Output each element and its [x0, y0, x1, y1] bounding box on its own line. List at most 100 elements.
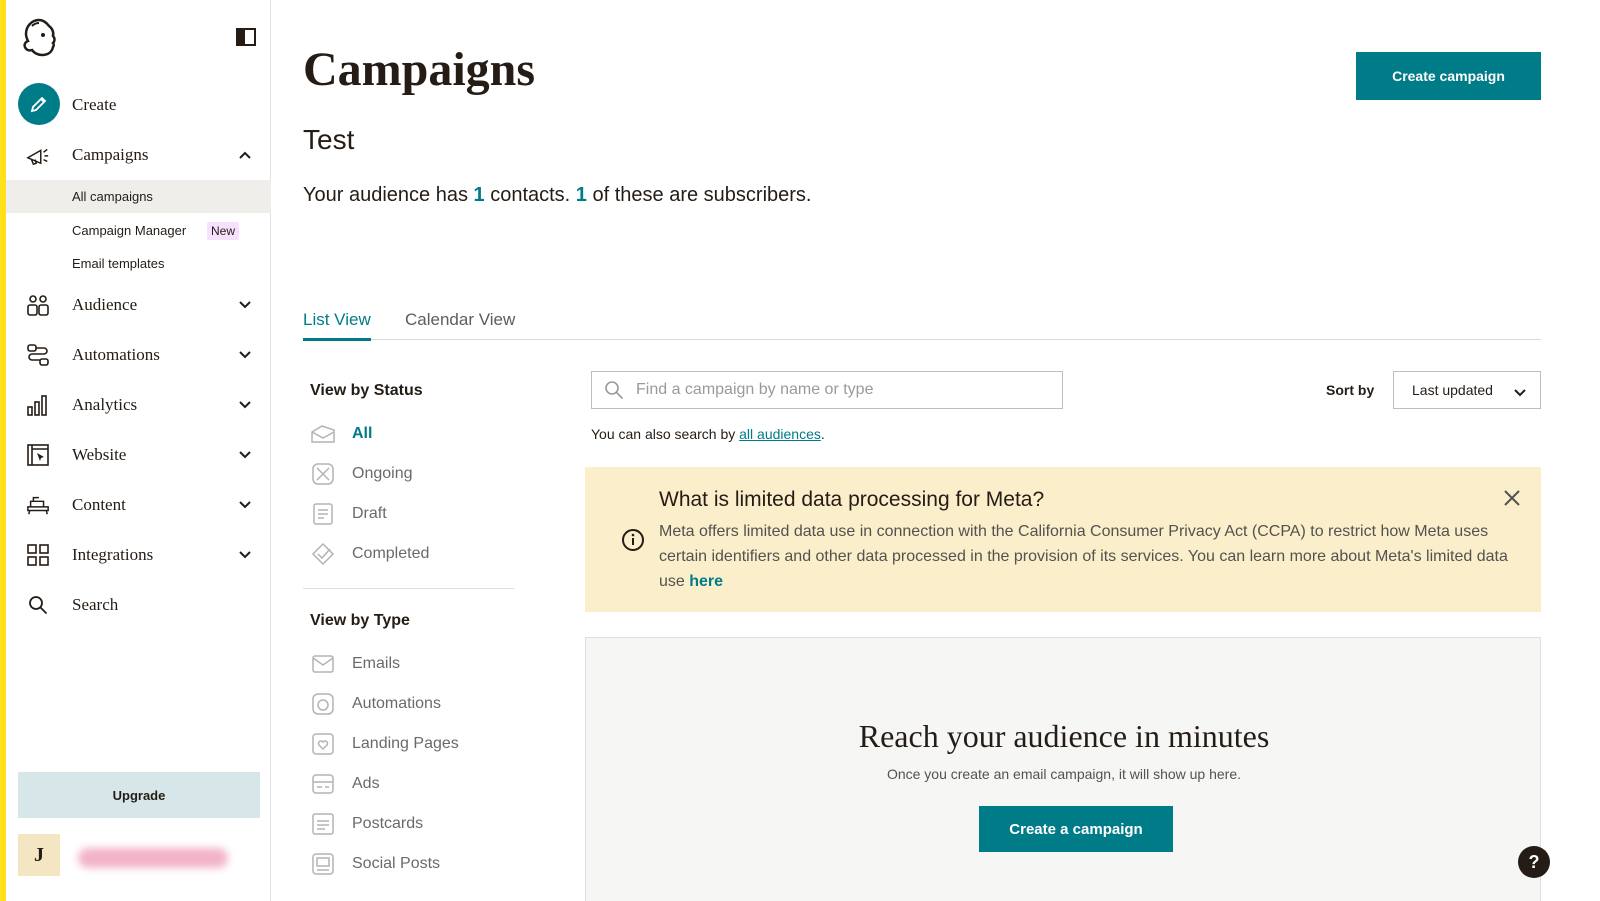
content-icon [26, 493, 50, 517]
summary-text: of these are subscribers. [586, 184, 812, 206]
audience-icon [26, 293, 50, 317]
sidebar: Create Campaigns All campaigns Campaign … [6, 0, 271, 901]
sidebar-subitem-label: All campaigns [72, 189, 153, 204]
filter-label: Completed [352, 545, 430, 562]
type-filter-automations[interactable]: Automations [310, 690, 510, 718]
sidebar-item-create[interactable]: Create [6, 83, 271, 127]
view-tabs: List View Calendar View [303, 300, 1541, 341]
chevron-down-icon [238, 348, 252, 362]
banner-here-link[interactable]: here [689, 573, 723, 590]
type-filter-ads[interactable]: Ads [310, 770, 510, 798]
status-filter-heading: View by Status [310, 382, 423, 399]
audience-name: Test [303, 124, 355, 155]
ads-icon [310, 771, 336, 797]
megaphone-icon [26, 143, 50, 167]
empty-state-subtitle: Once you create an email campaign, it wi… [886, 766, 1242, 782]
sidebar-item-analytics[interactable]: Analytics [6, 383, 271, 427]
sidebar-item-label: Content [72, 495, 126, 514]
sidebar-subitem-all-campaigns[interactable]: All campaigns [6, 180, 271, 213]
automations-icon [26, 343, 50, 367]
filter-label: All [352, 425, 373, 442]
filter-label: Ongoing [352, 465, 413, 482]
summary-text: contacts. [484, 184, 576, 206]
status-filter-all[interactable]: All [310, 420, 510, 448]
sidebar-item-label: Campaigns [72, 145, 149, 164]
banner-title: What is limited data processing for Meta… [659, 488, 1045, 511]
info-icon [621, 528, 645, 557]
banner-body-text: Meta offers limited data use in connecti… [659, 523, 1508, 590]
filter-label: Landing Pages [352, 735, 459, 752]
email-icon [310, 651, 336, 677]
filter-divider [303, 588, 514, 589]
sidebar-item-label: Website [72, 445, 127, 464]
sidebar-subitem-label: Email templates [72, 256, 165, 271]
filter-label: Draft [352, 505, 387, 522]
campaign-search-input[interactable] [636, 381, 1036, 399]
sidebar-item-label: Create [72, 95, 117, 114]
chevron-down-icon [238, 498, 252, 512]
create-a-campaign-button[interactable]: Create a campaign [979, 806, 1173, 852]
type-filter-heading: View by Type [310, 612, 410, 629]
draft-icon [310, 501, 336, 527]
analytics-icon [26, 393, 50, 417]
search-icon [26, 593, 50, 617]
type-filter-landing-pages[interactable]: Landing Pages [310, 730, 510, 758]
summary-text: Your audience has [303, 184, 474, 206]
account-name-redacted[interactable] [78, 848, 228, 868]
page-title: Campaigns [303, 43, 536, 96]
filter-label: Postcards [352, 815, 424, 832]
integrations-icon [26, 543, 50, 567]
status-filter-completed[interactable]: Completed [310, 540, 510, 568]
main-content: Campaigns Create campaign Test Your audi… [272, 0, 1600, 901]
empty-state-panel: Reach your audience in minutes Once you … [585, 637, 1541, 901]
sidebar-item-label: Search [72, 595, 119, 614]
sidebar-item-content[interactable]: Content [6, 483, 271, 527]
collapse-sidebar-icon[interactable] [236, 28, 256, 46]
sidebar-item-automations[interactable]: Automations [6, 333, 271, 377]
sidebar-subitem-campaign-manager[interactable]: Campaign Manager New [6, 214, 271, 247]
close-icon[interactable] [1501, 487, 1523, 509]
create-campaign-button[interactable]: Create campaign [1356, 52, 1541, 100]
search-hint: You can also search by all audiences. [591, 426, 825, 442]
type-filter-postcards[interactable]: Postcards [310, 810, 510, 838]
audience-summary: Your audience has 1 contacts. 1 of these… [303, 184, 811, 207]
campaign-search-box [591, 371, 1063, 409]
filter-label: Emails [352, 655, 401, 672]
sidebar-item-integrations[interactable]: Integrations [6, 533, 271, 577]
sidebar-item-audience[interactable]: Audience [6, 283, 271, 327]
all-audiences-link[interactable]: all audiences [739, 426, 821, 442]
status-filter-ongoing[interactable]: Ongoing [310, 460, 510, 488]
chevron-down-icon [238, 398, 252, 412]
sidebar-item-label: Automations [72, 345, 160, 364]
type-filter-emails[interactable]: Emails [310, 650, 510, 678]
upgrade-button[interactable]: Upgrade [18, 772, 260, 818]
sidebar-item-website[interactable]: Website [6, 433, 271, 477]
filter-label: Social Posts [352, 855, 441, 872]
sidebar-item-label: Integrations [72, 545, 154, 564]
chevron-down-icon [238, 448, 252, 462]
sort-select[interactable]: Last updated [1393, 371, 1541, 409]
banner-body: Meta offers limited data use in connecti… [659, 519, 1509, 594]
website-icon [26, 443, 50, 467]
sort-label: Sort by [1326, 382, 1375, 398]
tab-calendar-view[interactable]: Calendar View [405, 310, 515, 338]
chevron-up-icon [238, 148, 252, 162]
sidebar-item-search[interactable]: Search [6, 583, 271, 627]
filter-label: Automations [352, 695, 441, 712]
landing-page-icon [310, 731, 336, 757]
tab-list-view[interactable]: List View [303, 310, 371, 341]
all-campaigns-icon [310, 421, 336, 447]
avatar[interactable]: J [18, 834, 60, 876]
sidebar-item-campaigns[interactable]: Campaigns [6, 133, 271, 177]
pencil-icon [18, 83, 60, 125]
mailchimp-logo-icon[interactable] [18, 16, 60, 58]
type-filter-social-posts[interactable]: Social Posts [310, 850, 510, 878]
filter-label: Ads [352, 775, 380, 792]
help-button[interactable]: ? [1518, 846, 1550, 878]
sort-value: Last updated [1412, 382, 1493, 398]
sidebar-item-label: Analytics [72, 395, 138, 414]
status-filter-draft[interactable]: Draft [310, 500, 510, 528]
sidebar-subitem-email-templates[interactable]: Email templates [6, 247, 271, 280]
search-hint-text: You can also search by [591, 426, 740, 442]
chevron-down-icon [1514, 384, 1526, 400]
